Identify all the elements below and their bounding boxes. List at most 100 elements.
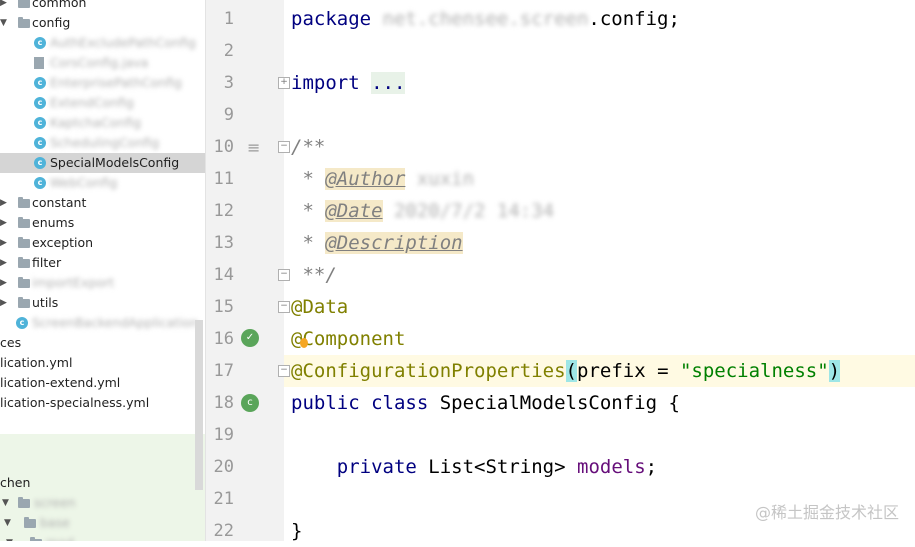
tree-item[interactable]: c WebConfig <box>0 173 205 193</box>
line-number: 15 <box>213 297 234 317</box>
fold-collapse-icon[interactable]: − <box>278 301 290 313</box>
tree-item[interactable]: ▶ constant <box>0 193 205 213</box>
chevron-right-icon[interactable]: ▶ <box>0 253 7 273</box>
tree-item[interactable]: c ExtendConfig <box>0 93 205 113</box>
class-icon: c <box>34 37 46 49</box>
code-line[interactable]: import ... <box>291 67 406 99</box>
chevron-down-icon[interactable]: ▼ <box>6 533 13 541</box>
sidebar-scrollbar[interactable] <box>195 320 203 490</box>
tree-item-label: lication.yml <box>0 355 73 370</box>
tree-item[interactable]: ▶ utils <box>0 293 205 313</box>
chevron-down-icon[interactable]: ▼ <box>4 513 11 533</box>
spring-bean-icon[interactable]: c <box>241 394 259 412</box>
tree-item[interactable]: chen <box>0 473 205 493</box>
line-number: 2 <box>223 41 234 61</box>
watermark: @稀土掘金技术社区 <box>754 503 899 522</box>
tree-item-label: CorsConfig.java <box>50 55 149 70</box>
tree-item[interactable]: c KaptchaConfig <box>0 113 205 133</box>
tree-item[interactable]: ▶ common <box>0 0 205 13</box>
line-number: 17 <box>213 361 234 381</box>
code-line[interactable]: @ConfigurationProperties(prefix = "speci… <box>291 355 841 387</box>
tree-item-label: filter <box>32 255 62 270</box>
folder-icon <box>18 277 30 288</box>
code-line[interactable]: * @Date 2020/7/2 14:34 <box>291 195 554 227</box>
fold-expand-icon[interactable]: + <box>278 77 290 89</box>
line-number: 16 <box>213 329 234 349</box>
tree-item-label: constant <box>32 195 87 210</box>
folder-icon <box>18 0 30 8</box>
code-line[interactable]: public class SpecialModelsConfig { <box>291 387 680 419</box>
fold-collapse-icon[interactable]: − <box>278 365 290 377</box>
tree-item[interactable]: ces <box>0 333 205 353</box>
chevron-down-icon[interactable]: ▼ <box>2 493 9 513</box>
implementation-icon[interactable]: ≡ <box>247 138 260 157</box>
fold-collapse-icon[interactable]: − <box>278 141 290 153</box>
spring-bean-icon[interactable]: ✓ <box>241 329 259 347</box>
chevron-right-icon[interactable]: ▶ <box>0 213 7 233</box>
tree-item-label: EnterprisePathConfig <box>50 75 182 90</box>
chevron-down-icon[interactable]: ▼ <box>0 13 7 33</box>
tree-item-label: base <box>40 515 70 530</box>
fold-collapse-icon[interactable]: − <box>278 269 290 281</box>
tree-item[interactable]: ▼ mod <box>0 533 205 541</box>
tree-item-label: common <box>32 0 87 10</box>
line-number: 19 <box>213 425 234 445</box>
code-line[interactable]: } <box>291 515 302 547</box>
line-number: 1 <box>223 9 234 29</box>
tree-item[interactable]: c AuthExcludePathConfig <box>0 33 205 53</box>
code-line[interactable]: * @Description <box>291 227 463 259</box>
tree-item[interactable]: CorsConfig.java <box>0 53 205 73</box>
line-number: 11 <box>213 169 234 189</box>
tree-item[interactable]: ▼ config <box>0 13 205 33</box>
code-token: @Date <box>325 200 383 222</box>
chevron-right-icon[interactable]: ▶ <box>0 273 7 293</box>
line-number: 14 <box>213 265 234 285</box>
tree-item-label: enums <box>32 215 75 230</box>
chevron-right-icon[interactable]: ▶ <box>0 233 7 253</box>
tree-item-label: chen <box>0 475 31 490</box>
code-line[interactable]: /** <box>291 131 325 163</box>
tree-item-label: ces <box>0 335 22 350</box>
tree-item[interactable]: ▶ enums <box>0 213 205 233</box>
tree-item[interactable]: lication.yml <box>0 353 205 373</box>
code-token: models <box>577 456 646 478</box>
chevron-right-icon[interactable]: ▶ <box>0 193 7 213</box>
class-icon: c <box>34 157 46 169</box>
tree-item-label: SpecialModelsConfig <box>50 155 180 170</box>
tree-item[interactable]: c SchedulingConfig <box>0 133 205 153</box>
tree-item[interactable]: ▼ base <box>0 513 205 533</box>
code-token: "specialness" <box>679 360 829 382</box>
code-line[interactable]: package net.chensee.screen.config; <box>291 3 680 35</box>
code-line[interactable]: * @Author xuxin <box>291 163 474 195</box>
tree-item[interactable]: c ScreenBackendApplication <box>0 313 205 333</box>
tree-item-label: utils <box>32 295 59 310</box>
code-line[interactable]: **/ <box>291 259 336 291</box>
chevron-right-icon[interactable]: ▶ <box>0 0 7 13</box>
code-token: @Description <box>325 232 463 254</box>
tree-item-label: SchedulingConfig <box>50 135 160 150</box>
line-number: 21 <box>213 489 234 509</box>
line-number: 3 <box>223 73 234 93</box>
code-line[interactable]: private List<String> models; <box>291 451 657 483</box>
code-token: * <box>291 168 326 190</box>
code-token: * <box>291 200 326 222</box>
tree-item[interactable]: lication-specialness.yml <box>0 393 205 413</box>
code-token: private <box>291 456 429 478</box>
code-token: @ConfigurationProperties <box>291 360 566 382</box>
tree-item[interactable]: c SpecialModelsConfig <box>0 153 205 173</box>
tree-item[interactable]: ▶ exception <box>0 233 205 253</box>
line-number: 22 <box>213 521 234 541</box>
lightbulb-icon[interactable] <box>300 338 308 348</box>
chevron-right-icon[interactable]: ▶ <box>0 293 7 313</box>
tree-item[interactable]: lication-extend.yml <box>0 373 205 393</box>
tree-item[interactable]: c EnterprisePathConfig <box>0 73 205 93</box>
tree-item[interactable]: ▶ importExport <box>0 273 205 293</box>
code-line[interactable]: @Component <box>291 323 405 355</box>
code-token: * <box>291 232 326 254</box>
tree-item-label: AuthExcludePathConfig <box>50 35 196 50</box>
code-token: @Data <box>291 296 349 318</box>
code-line[interactable]: @Data <box>291 291 348 323</box>
tree-item[interactable]: ▼ screen <box>0 493 205 513</box>
code-token: ; <box>645 456 658 478</box>
tree-item[interactable]: ▶ filter <box>0 253 205 273</box>
